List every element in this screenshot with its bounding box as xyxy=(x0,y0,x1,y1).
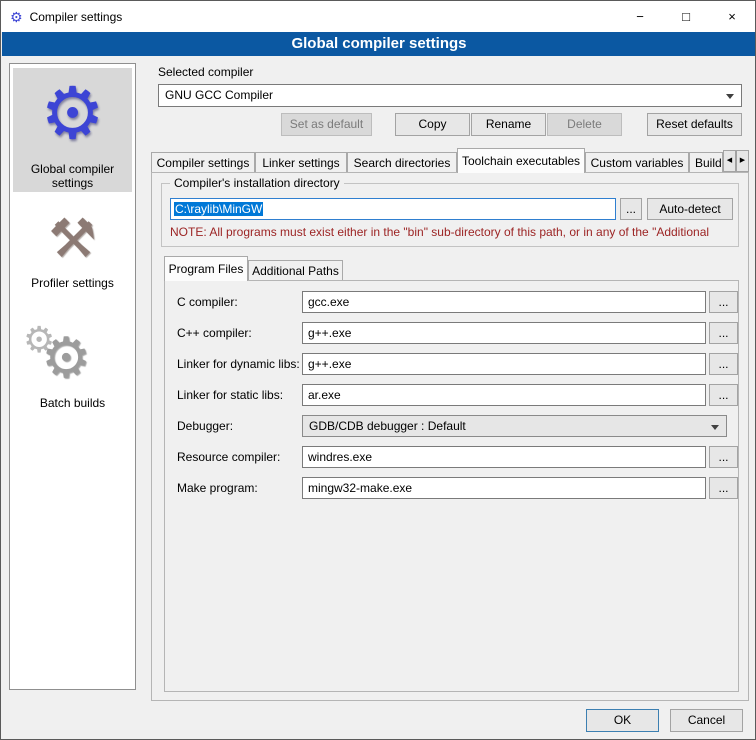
sidebar-item-label: Global compiler settings xyxy=(13,160,132,192)
debugger-value: GDB/CDB debugger : Default xyxy=(309,419,466,433)
tab-scroll-right-button[interactable]: ▶ xyxy=(736,150,749,172)
field-label-c-compiler: C compiler: xyxy=(177,291,238,313)
reset-defaults-button[interactable]: Reset defaults xyxy=(647,113,742,136)
selected-compiler-combobox[interactable]: GNU GCC Compiler xyxy=(158,84,742,107)
maximize-button[interactable]: □ xyxy=(663,1,709,32)
tab-custom-variables[interactable]: Custom variables xyxy=(585,152,689,172)
browse-directory-button[interactable]: ... xyxy=(620,198,642,220)
tab-build-options[interactable]: Build options xyxy=(689,152,723,172)
tab-search-directories[interactable]: Search directories xyxy=(347,152,457,172)
gear-icon: ⚙ xyxy=(13,68,132,160)
auto-detect-button[interactable]: Auto-detect xyxy=(647,198,733,220)
copy-button[interactable]: Copy xyxy=(395,113,470,136)
chevron-down-icon xyxy=(726,94,734,99)
field-label-make-program: Make program: xyxy=(177,477,258,499)
sidebar-item-label: Batch builds xyxy=(13,394,132,412)
field-label-resource-compiler: Resource compiler: xyxy=(177,446,280,468)
field-label-debugger: Debugger: xyxy=(177,415,233,437)
browse-c-compiler-button[interactable]: ... xyxy=(709,291,738,313)
debugger-combobox[interactable]: GDB/CDB debugger : Default xyxy=(302,415,727,437)
field-label-cpp-compiler: C++ compiler: xyxy=(177,322,252,344)
delete-button[interactable]: Delete xyxy=(547,113,622,136)
tab-linker-settings[interactable]: Linker settings xyxy=(255,152,347,172)
window-title: Compiler settings xyxy=(30,10,123,24)
tab-compiler-settings[interactable]: Compiler settings xyxy=(151,152,255,172)
program-files-panel: C compiler: ... C++ compiler: ... Linker… xyxy=(164,280,739,692)
make-program-input[interactable] xyxy=(302,477,706,499)
sidebar-item-label: Profiler settings xyxy=(13,274,132,292)
subtab-program-files[interactable]: Program Files xyxy=(164,256,248,281)
app-icon: ⚙ xyxy=(10,10,23,24)
c-compiler-input[interactable] xyxy=(302,291,706,313)
set-as-default-button[interactable]: Set as default xyxy=(281,113,372,136)
installation-directory-group: Compiler's installation directory C:\ray… xyxy=(161,183,739,247)
note-text: NOTE: All programs must exist either in … xyxy=(170,225,730,239)
titlebar: ⚙ Compiler settings − □ × xyxy=(1,1,755,32)
gears-icon: ⚙ ⚙ xyxy=(13,322,132,394)
sidebar-item-profiler-settings[interactable]: ⚒ Profiler settings xyxy=(13,204,132,298)
browse-linker-dynamic-button[interactable]: ... xyxy=(709,353,738,375)
browse-resource-compiler-button[interactable]: ... xyxy=(709,446,738,468)
sidebar: ⚙ Global compiler settings ⚒ Profiler se… xyxy=(9,63,136,690)
browse-linker-static-button[interactable]: ... xyxy=(709,384,738,406)
installation-directory-value: C:\raylib\MinGW xyxy=(174,202,263,216)
close-button[interactable]: × xyxy=(709,1,755,32)
field-label-linker-static: Linker for static libs: xyxy=(177,384,283,406)
sidebar-item-batch-builds[interactable]: ⚙ ⚙ Batch builds xyxy=(13,322,132,416)
selected-compiler-value: GNU GCC Compiler xyxy=(165,88,273,102)
subtab-additional-paths[interactable]: Additional Paths xyxy=(248,260,343,280)
tab-toolchain-executables[interactable]: Toolchain executables xyxy=(457,148,585,173)
selected-compiler-label: Selected compiler xyxy=(158,65,253,79)
browse-make-program-button[interactable]: ... xyxy=(709,477,738,499)
chevron-down-icon xyxy=(711,425,719,430)
page-title: Global compiler settings xyxy=(2,32,756,56)
resource-compiler-input[interactable] xyxy=(302,446,706,468)
installation-directory-legend: Compiler's installation directory xyxy=(170,176,344,190)
minimize-button[interactable]: − xyxy=(617,1,663,32)
cancel-button[interactable]: Cancel xyxy=(670,709,743,732)
cpp-compiler-input[interactable] xyxy=(302,322,706,344)
sidebar-item-global-compiler-settings[interactable]: ⚙ Global compiler settings xyxy=(13,68,132,192)
tab-scroll-left-button[interactable]: ◀ xyxy=(723,150,736,172)
window-controls: − □ × xyxy=(617,1,755,32)
installation-directory-input[interactable]: C:\raylib\MinGW xyxy=(170,198,616,220)
ok-button[interactable]: OK xyxy=(586,709,659,732)
compiler-settings-window: ⚙ Compiler settings − □ × Global compile… xyxy=(0,0,756,740)
linker-dynamic-input[interactable] xyxy=(302,353,706,375)
field-label-linker-dynamic: Linker for dynamic libs: xyxy=(177,353,300,375)
browse-cpp-compiler-button[interactable]: ... xyxy=(709,322,738,344)
rename-button[interactable]: Rename xyxy=(471,113,546,136)
linker-static-input[interactable] xyxy=(302,384,706,406)
hammer-icon: ⚒ xyxy=(13,204,132,274)
